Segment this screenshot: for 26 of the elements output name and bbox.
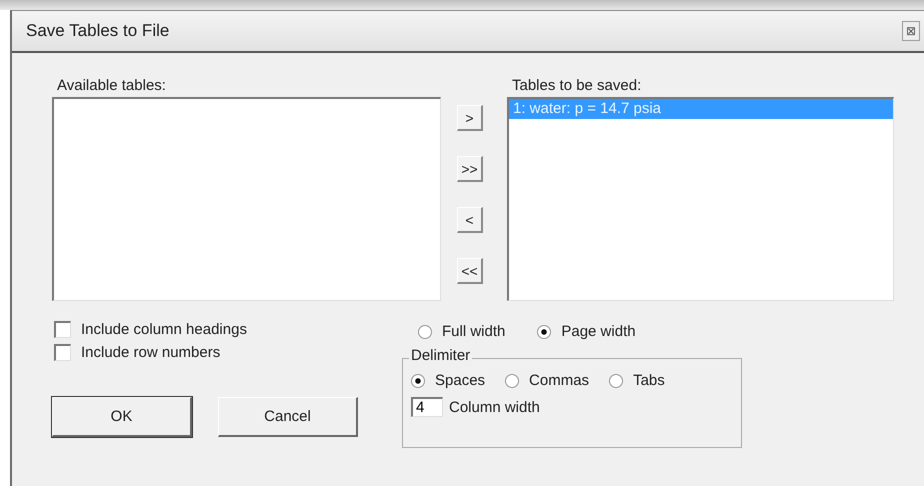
radio-button[interactable] (418, 324, 432, 338)
radio-button[interactable] (537, 324, 552, 338)
checkbox[interactable] (54, 321, 71, 338)
list-label: Available tables: (57, 77, 167, 96)
column-width-field[interactable]: 4 (411, 397, 443, 417)
move-button[interactable]: > (457, 105, 483, 131)
dialog-button[interactable]: Cancel (218, 397, 358, 437)
radio-label: Full width (442, 323, 506, 340)
list-label: Tables to be saved: (512, 77, 642, 96)
radio-label: Page width (561, 323, 636, 340)
dialog-button[interactable]: OK (52, 397, 192, 437)
radio-label: Spaces (435, 372, 486, 389)
close-button[interactable]: ⊠ (902, 21, 920, 41)
move-button[interactable]: < (457, 207, 483, 233)
radio-button[interactable] (505, 374, 520, 388)
window-title: Save Tables to File (26, 21, 170, 41)
move-button[interactable]: << (457, 258, 483, 284)
checkbox-label: Include column headings (81, 321, 247, 338)
move-button[interactable]: >> (457, 156, 483, 182)
field-label: Column width (449, 398, 540, 416)
radio-label: Commas (529, 372, 590, 389)
radio-button[interactable] (609, 374, 624, 388)
radio-label: Tabs (633, 372, 665, 389)
checkbox[interactable] (54, 344, 71, 361)
radio-button[interactable] (411, 374, 425, 388)
checkbox-label: Include row numbers (81, 344, 220, 361)
